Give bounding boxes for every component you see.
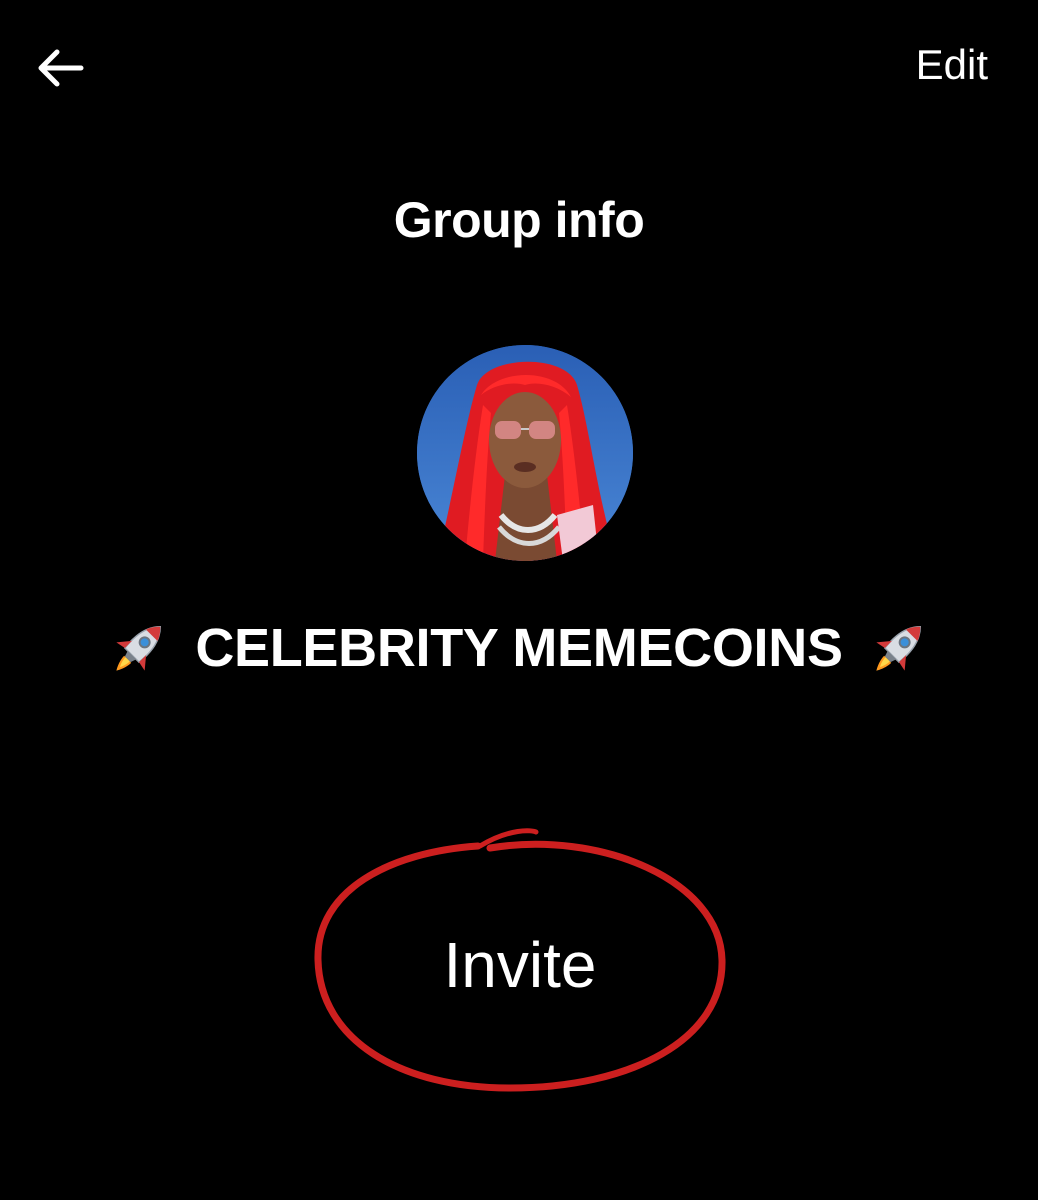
group-name: CELEBRITY MEMECOINS — [0, 612, 1038, 684]
page-title: Group info — [393, 192, 645, 248]
rocket-icon — [876, 626, 921, 671]
invite-area: Invite — [300, 820, 740, 1100]
group-avatar — [417, 345, 633, 561]
group-name-text: CELEBRITY MEMECOINS — [195, 618, 843, 678]
rocket-icon — [116, 626, 162, 671]
avatar-photo — [417, 345, 633, 561]
edit-button[interactable]: Edit — [916, 40, 988, 90]
back-button[interactable] — [30, 38, 90, 98]
arrow-left-icon — [38, 49, 84, 87]
invite-button[interactable]: Invite — [300, 925, 740, 1005]
